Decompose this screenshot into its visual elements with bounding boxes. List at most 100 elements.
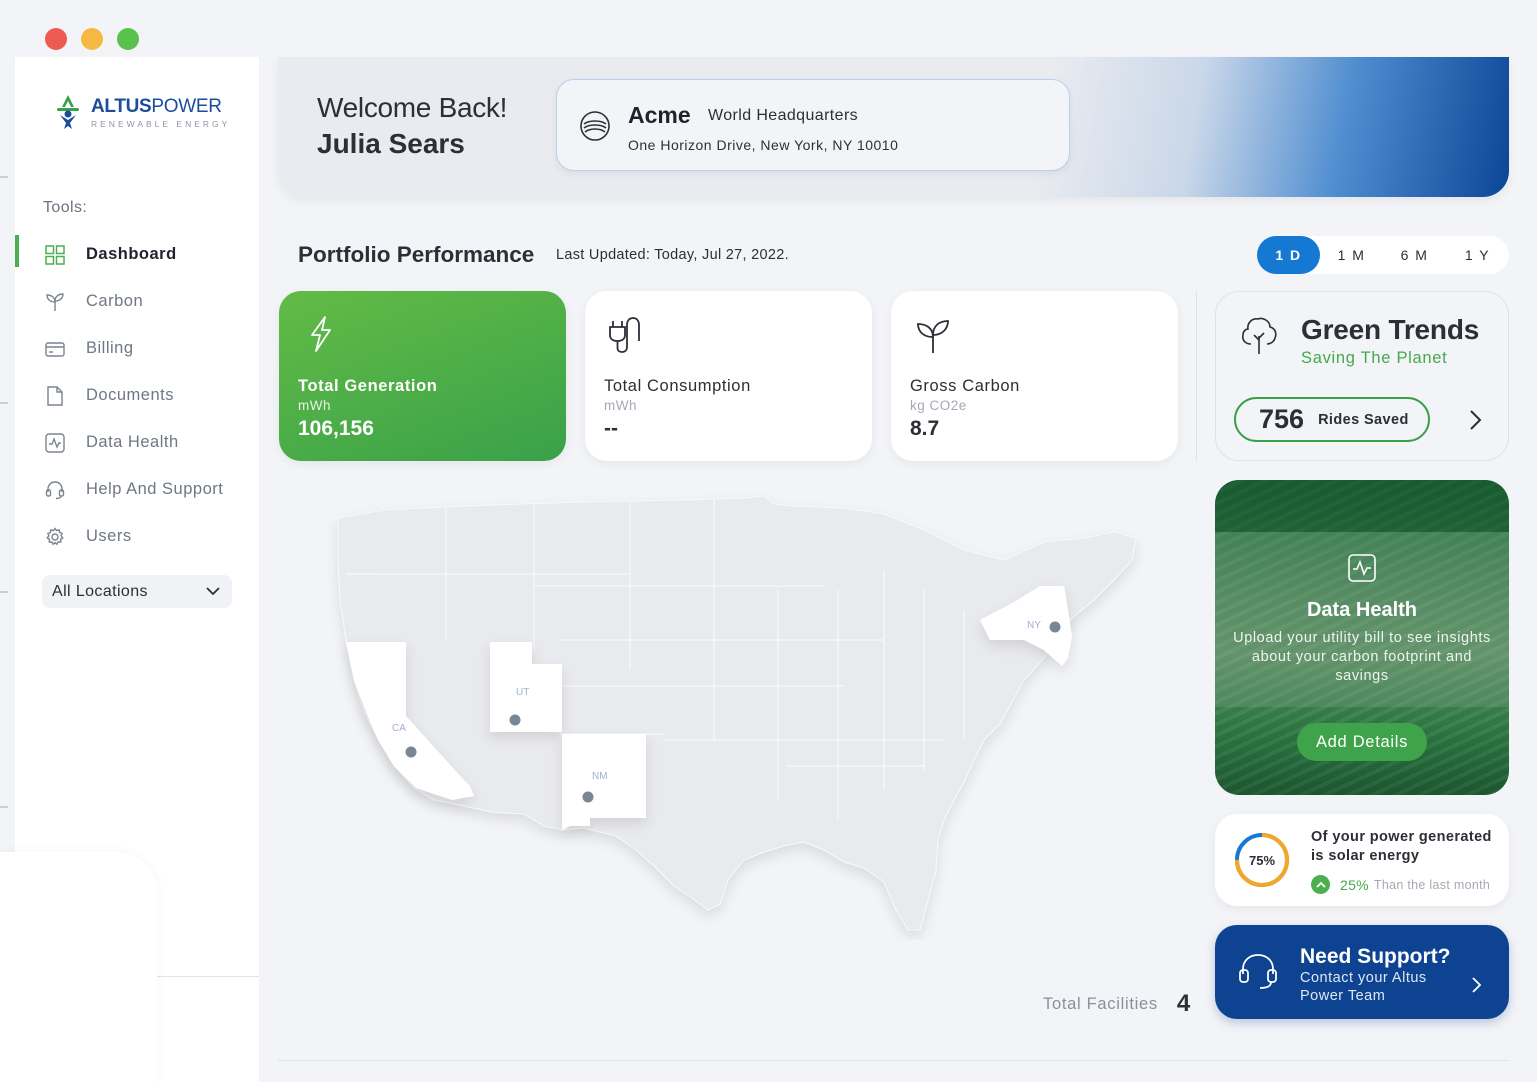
footer-divider: [278, 1060, 1509, 1061]
brand-logo[interactable]: ALTUSPOWER RENEWABLE ENERGY: [53, 93, 230, 131]
chevron-right-icon: [1472, 977, 1482, 993]
maximize-window-button[interactable]: [117, 28, 139, 50]
sidebar-item-label: Documents: [86, 386, 174, 404]
state-label-ut: UT: [516, 687, 529, 698]
sidebar-item-billing[interactable]: Billing: [15, 325, 259, 372]
sidebar-item-label: Data Health: [86, 433, 179, 451]
app-window: ALTUSPOWER RENEWABLE ENERGY Tools: Dashb…: [0, 0, 1537, 1082]
stat-value: 106,156: [298, 417, 374, 440]
sidebar-item-carbon[interactable]: Carbon: [15, 278, 259, 325]
stat-unit: kg CO2e: [910, 398, 967, 413]
plug-icon: [609, 317, 640, 353]
sidebar-item-users[interactable]: Users: [15, 513, 259, 560]
period-1y[interactable]: 1 Y: [1446, 236, 1509, 274]
location-select[interactable]: All Locations: [42, 575, 232, 608]
pulse-icon: [45, 432, 65, 453]
edge-marker: [0, 806, 8, 808]
support-subtitle: Contact your Altus Power Team: [1300, 970, 1427, 1004]
sidebar-nav: Dashboard Carbon Billing Documents Data …: [15, 231, 259, 560]
add-details-button[interactable]: Add Details: [1297, 723, 1427, 761]
total-facilities-label: Total Facilities: [1043, 994, 1158, 1013]
brand-name-bold: ALTUS: [91, 95, 152, 117]
site-selector-card[interactable]: Acme World Headquarters One Horizon Driv…: [556, 79, 1070, 171]
facility-marker-ny[interactable]: [1049, 621, 1061, 633]
us-facilities-map: CA UT NM NY: [337, 495, 1137, 931]
total-consumption-card[interactable]: Total Consumption mWh --: [585, 291, 872, 461]
brand-name-light: POWER: [151, 95, 222, 117]
sidebar-divider: [155, 976, 259, 977]
tree-icon: [1242, 317, 1277, 354]
state-label-ca: CA: [392, 723, 406, 734]
data-health-text: Upload your utility bill to see insights…: [1233, 630, 1491, 684]
sidebar-item-label: Billing: [86, 339, 134, 357]
site-label: World Headquarters: [708, 107, 859, 124]
green-trends-card: Green Trends Saving The Planet 756 Rides…: [1215, 291, 1509, 461]
trend-up-icon: [1311, 875, 1330, 894]
solar-energy-card: 75% Of your power generated is solar ene…: [1215, 814, 1509, 906]
lightning-icon: [311, 316, 331, 352]
headset-icon: [1239, 954, 1277, 989]
stat-title: Gross Carbon: [910, 377, 1020, 395]
state-nm: [562, 734, 646, 830]
state-label-nm: NM: [592, 771, 608, 782]
green-trends-title: Green Trends: [1301, 314, 1480, 345]
green-trends-subtitle: Saving The Planet: [1301, 349, 1448, 367]
sidebar-item-dashboard[interactable]: Dashboard: [15, 231, 259, 278]
sidebar-item-help-and-support[interactable]: Help And Support: [15, 466, 259, 513]
edge-marker: [0, 176, 8, 178]
solar-change-percent: 25%: [1340, 876, 1369, 893]
period-1m[interactable]: 1 M: [1320, 236, 1383, 274]
state-label-ny: NY: [1027, 620, 1041, 631]
stat-title: Total Generation: [298, 377, 438, 395]
total-facilities: Total Facilities 4: [1043, 990, 1190, 1018]
chevron-down-icon: [206, 587, 220, 596]
period-6m[interactable]: 6 M: [1383, 236, 1446, 274]
welcome-header: Welcome Back! Julia Sears Acme World Hea…: [278, 57, 1509, 197]
total-generation-card[interactable]: Total Generation mWh 106,156: [279, 291, 566, 461]
need-support-card[interactable]: Need Support? Contact your Altus Power T…: [1215, 925, 1509, 1019]
sidebar-item-label: Dashboard: [86, 245, 177, 263]
user-name: Julia Sears: [317, 128, 465, 159]
location-select-value: All Locations: [52, 582, 148, 600]
card-icon: [45, 339, 65, 359]
solar-percentage-label: 75%: [1248, 852, 1276, 868]
company-name: Acme: [628, 102, 691, 128]
stat-title: Total Consumption: [604, 377, 751, 395]
minimize-window-button[interactable]: [81, 28, 103, 50]
company-logo-icon: [580, 111, 610, 141]
gear-icon: [45, 526, 65, 547]
brand-tagline: RENEWABLE ENERGY: [91, 118, 231, 129]
facility-marker-nm[interactable]: [582, 791, 594, 803]
data-health-card: Data Health Upload your utility bill to …: [1215, 480, 1509, 795]
window-controls: [45, 28, 139, 50]
rides-saved-value: 756: [1259, 404, 1305, 434]
rides-saved-pill[interactable]: 756 Rides Saved: [1234, 397, 1430, 442]
us-outline: [337, 495, 1137, 931]
sidebar-item-documents[interactable]: Documents: [15, 372, 259, 419]
rides-saved-label: Rides Saved: [1318, 411, 1409, 428]
tools-heading: Tools:: [43, 199, 88, 216]
welcome-text: Welcome Back!: [317, 92, 508, 123]
site-address: One Horizon Drive, New York, NY 10010: [628, 137, 899, 153]
stat-value: 8.7: [910, 417, 940, 440]
sidebar-item-label: Help And Support: [86, 480, 224, 498]
period-selector: 1 D 1 M 6 M 1 Y: [1257, 236, 1509, 274]
overlay-panel: [0, 852, 157, 1082]
edge-marker: [0, 402, 8, 404]
period-1d[interactable]: 1 D: [1257, 236, 1320, 274]
chevron-right-icon[interactable]: [1468, 407, 1484, 433]
grid-icon: [45, 244, 65, 265]
gross-carbon-card[interactable]: Gross Carbon kg CO2e 8.7: [891, 291, 1178, 461]
solar-change: 25% Than the last month: [1311, 875, 1490, 894]
solar-change-text: Than the last month: [1373, 877, 1491, 892]
welcome-block: Welcome Back! Julia Sears: [317, 92, 507, 160]
facility-marker-ut[interactable]: [509, 714, 521, 726]
facility-marker-ca[interactable]: [405, 746, 417, 758]
sidebar-item-label: Users: [86, 527, 132, 545]
altus-logo-icon: [57, 95, 79, 129]
sidebar-item-data-health[interactable]: Data Health: [15, 419, 259, 466]
sidebar-item-label: Carbon: [86, 292, 144, 310]
card-band: [1215, 480, 1509, 532]
close-window-button[interactable]: [45, 28, 67, 50]
portfolio-title: Portfolio Performance: [298, 242, 535, 267]
